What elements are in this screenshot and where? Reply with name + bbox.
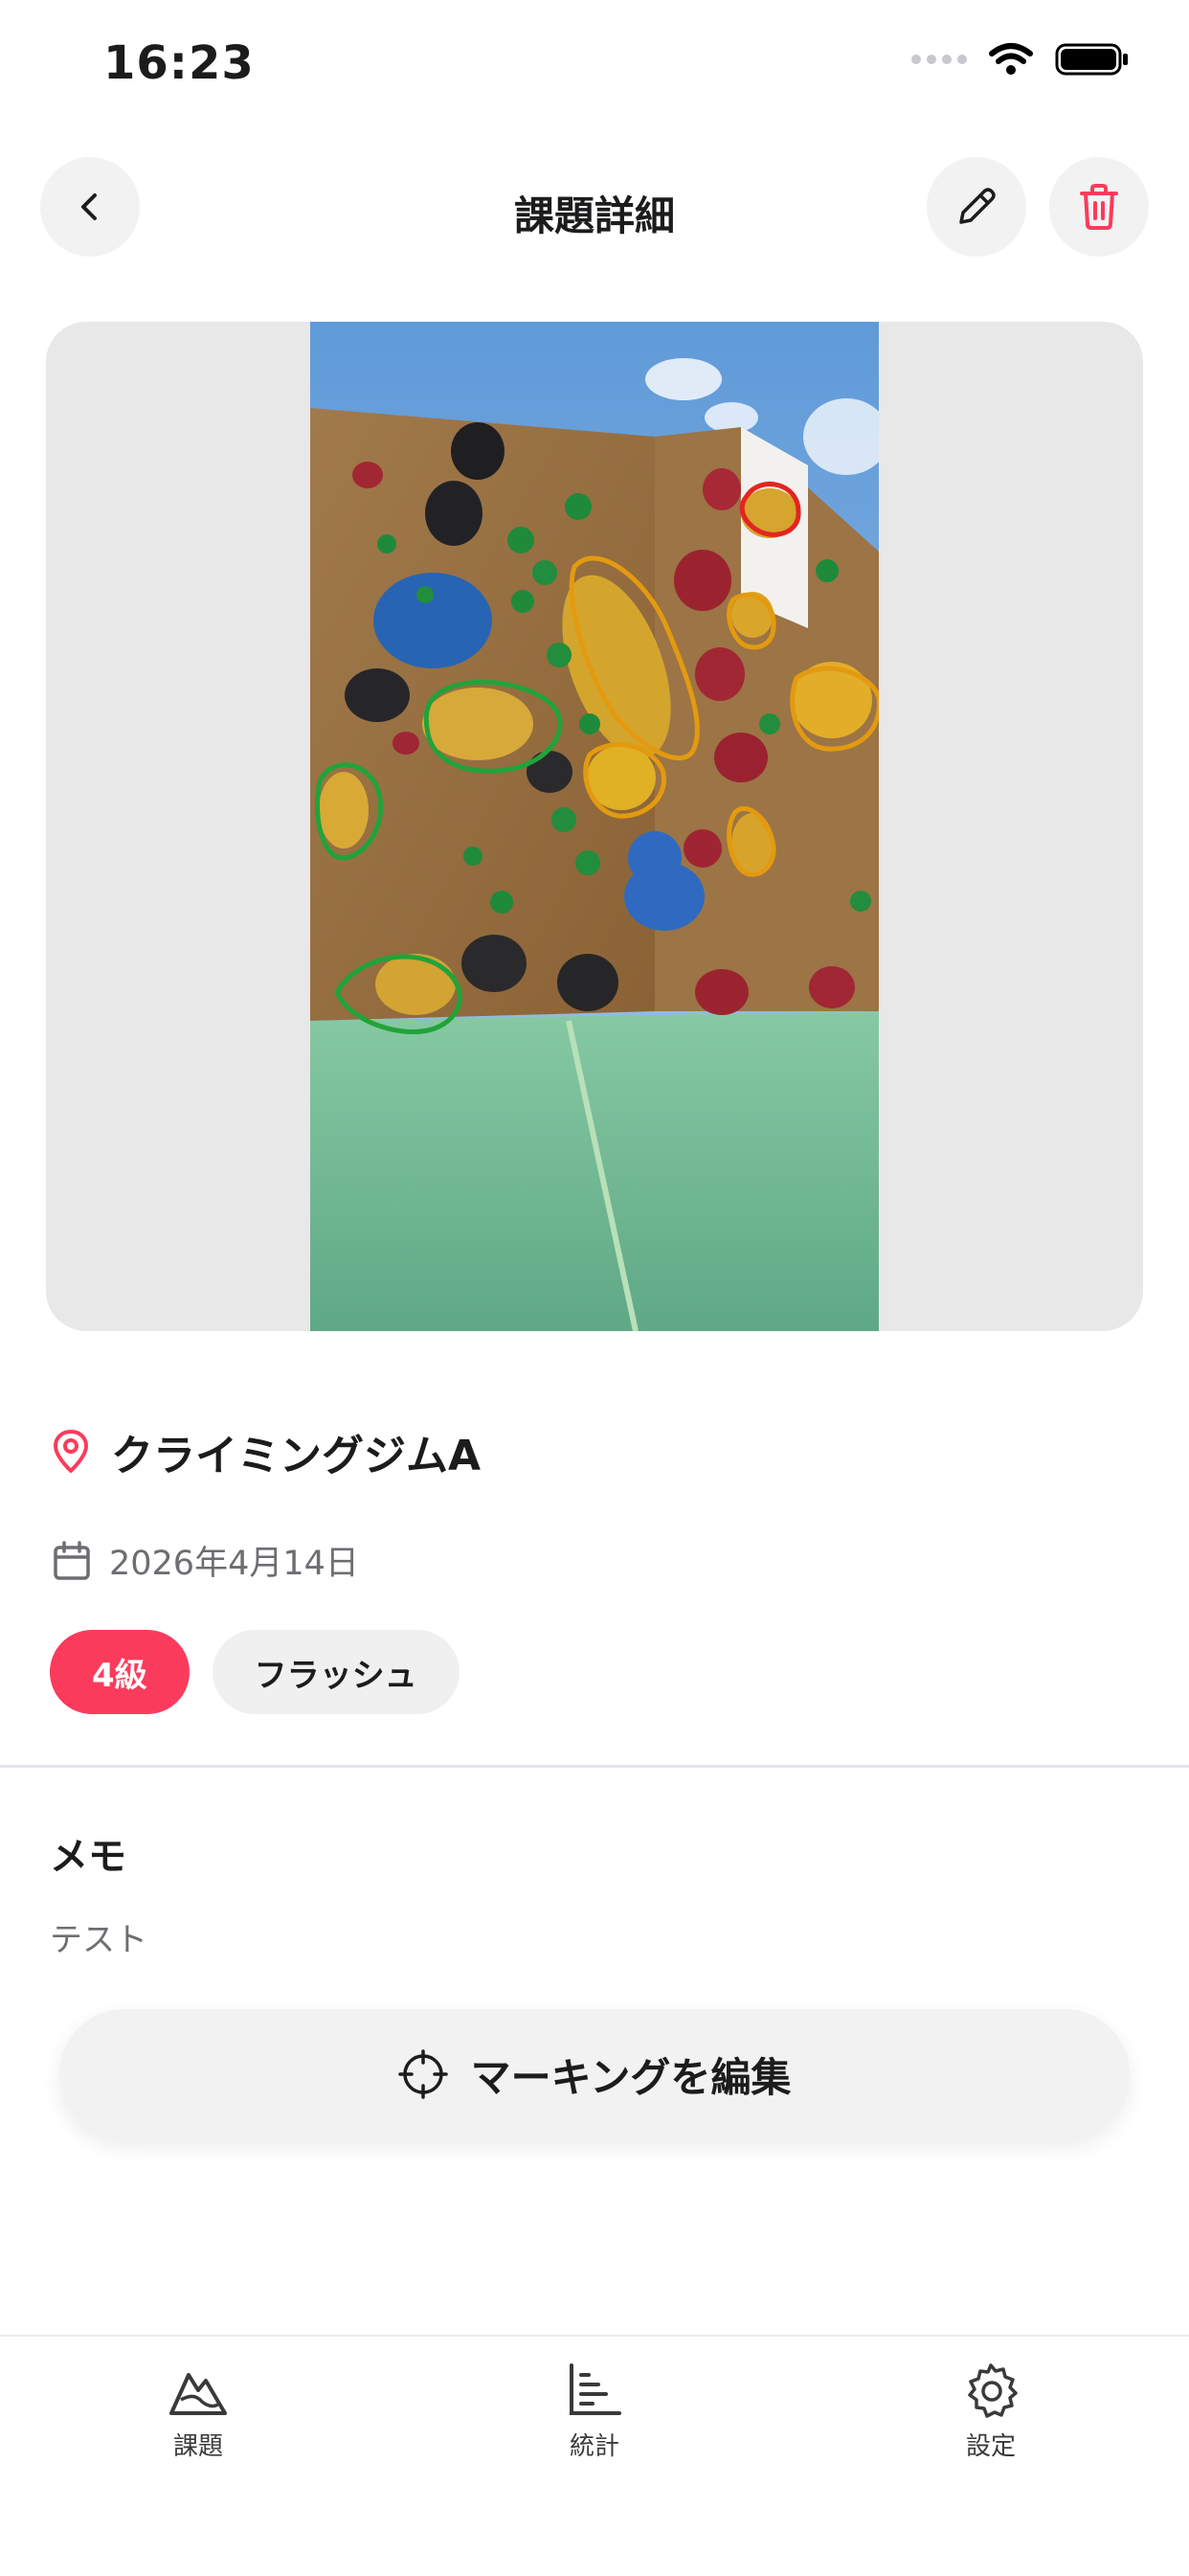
navigation-header: 課題詳細 <box>0 157 1189 257</box>
tab-label-stats: 統計 <box>569 2432 619 2461</box>
edit-marking-label: マーキングを編集 <box>470 2053 792 2101</box>
status-time: 16:23 <box>103 36 255 90</box>
date-row: 2026年4月14日 <box>52 1536 359 1585</box>
send-style-badge: フラッシュ <box>212 1630 460 1714</box>
bar-chart-icon <box>570 2363 621 2415</box>
section-divider <box>0 1765 1189 1768</box>
edit-marking-button[interactable]: マーキングを編集 <box>59 2009 1130 2139</box>
status-icons <box>911 42 1130 77</box>
tab-label-settings: 設定 <box>965 2432 1016 2461</box>
wifi-icon <box>989 43 1033 75</box>
tab-bar: 課題 統計 設定 <box>0 2335 1189 2576</box>
mountain-icon <box>169 2373 227 2415</box>
crosshair-icon <box>397 2049 448 2099</box>
cellular-signal-icon <box>911 55 967 64</box>
tab-label-problems: 課題 <box>172 2432 223 2461</box>
pencil-icon <box>959 188 996 224</box>
memo-heading: メモ <box>50 1835 126 1879</box>
trash-icon <box>1080 184 1118 230</box>
problem-date: 2026年4月14日 <box>109 1545 359 1583</box>
status-bar: 16:23 <box>0 0 1189 134</box>
problem-photo-frame <box>46 322 1143 1331</box>
tab-stats[interactable]: 統計 <box>499 2361 690 2462</box>
memo-text: テスト <box>50 1921 147 1959</box>
tab-problems[interactable]: 課題 <box>102 2361 294 2462</box>
gear-icon <box>968 2363 1018 2418</box>
tab-settings[interactable]: 設定 <box>895 2361 1087 2462</box>
edit-button[interactable] <box>927 157 1026 257</box>
location-row: クライミングジムA <box>50 1421 481 1482</box>
tag-row: 4級 フラッシュ <box>50 1630 460 1714</box>
location-name: クライミングジムA <box>111 1432 482 1480</box>
location-pin-icon <box>54 1430 88 1473</box>
battery-icon <box>1055 43 1128 76</box>
calendar-icon <box>54 1540 90 1580</box>
delete-button[interactable] <box>1049 157 1149 257</box>
grade-badge: 4級 <box>50 1630 190 1714</box>
problem-photo <box>310 322 879 1331</box>
